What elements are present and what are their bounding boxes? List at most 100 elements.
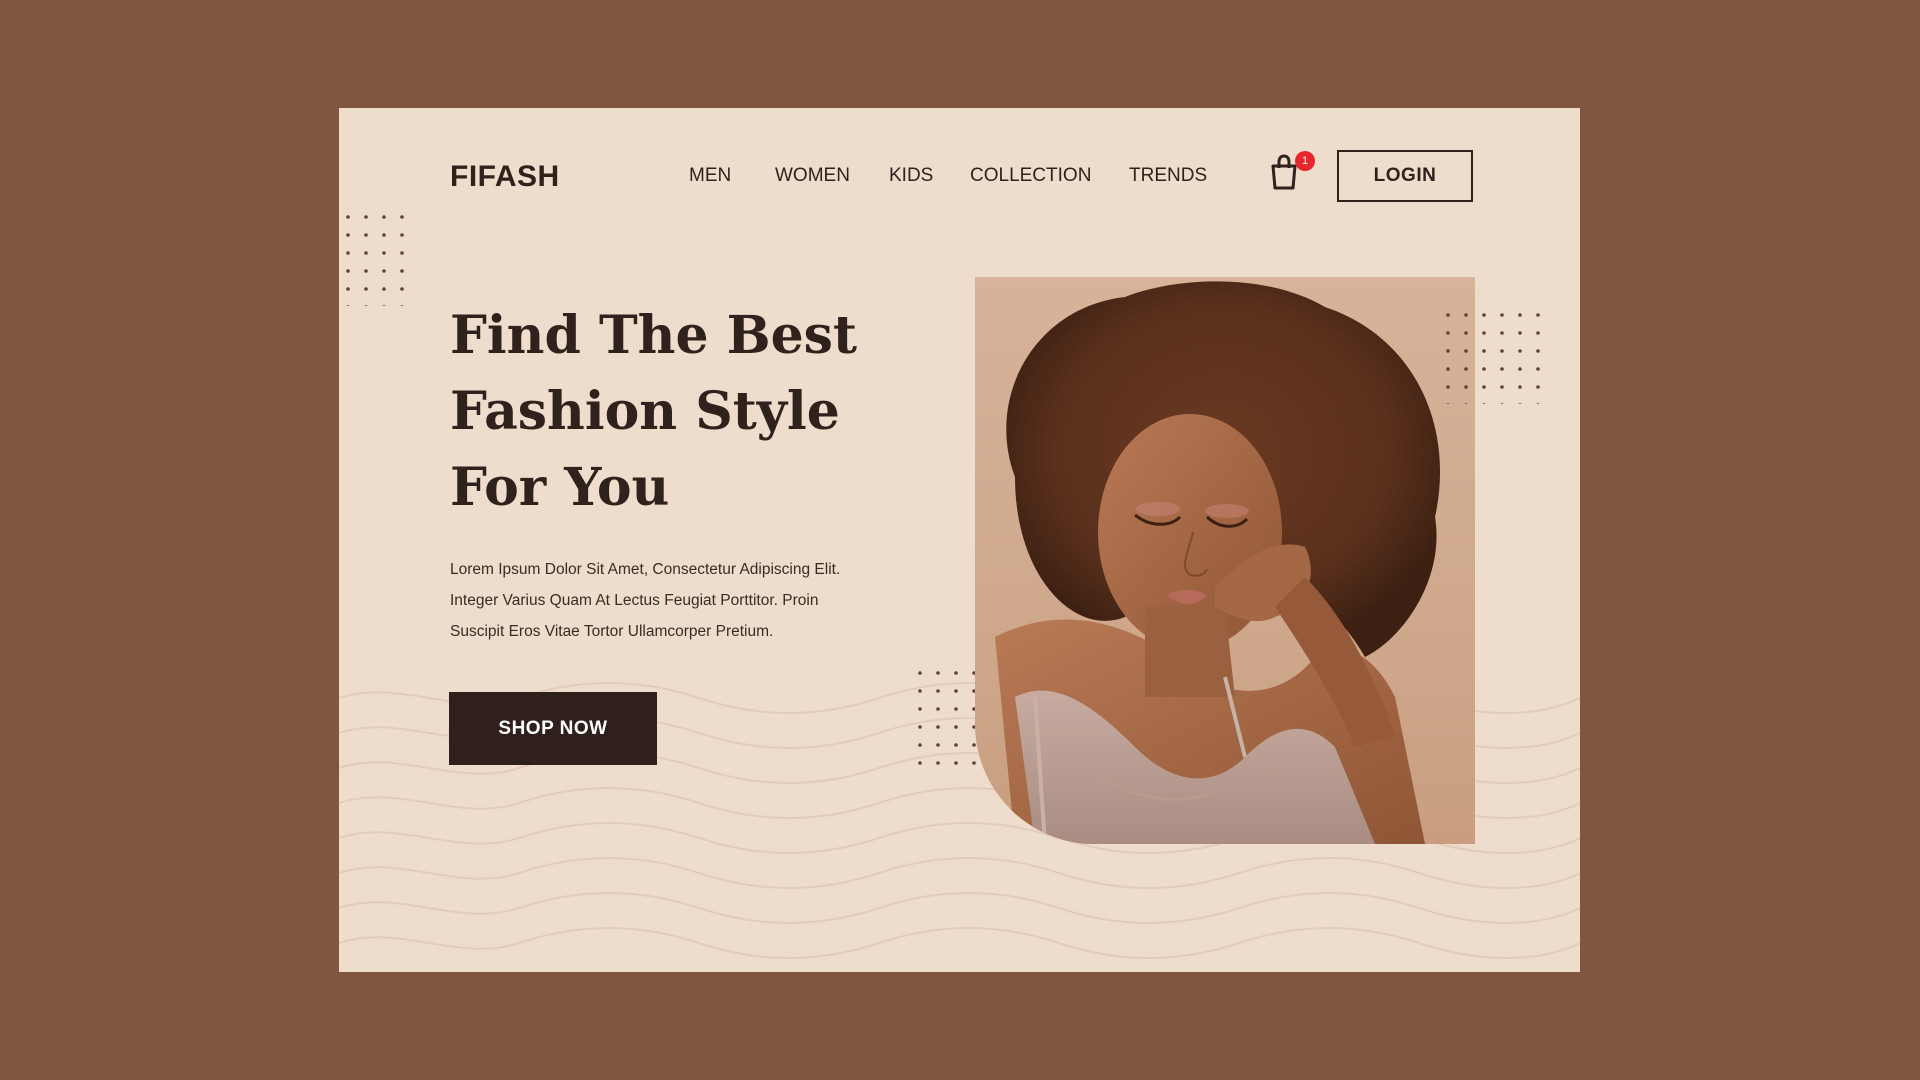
description-line: Lorem Ipsum Dolor Sit Amet, Consectetur … bbox=[450, 561, 841, 578]
dot bbox=[364, 305, 368, 306]
dot bbox=[1518, 385, 1522, 389]
dot bbox=[400, 233, 404, 237]
dot bbox=[364, 287, 368, 291]
landing-page-card: FIFASH MEN WOMEN KIDS COLLECTION TRENDS … bbox=[339, 108, 1580, 972]
dot bbox=[1518, 349, 1522, 353]
nav-item-women[interactable]: WOMEN bbox=[775, 160, 850, 192]
hero-description: Lorem Ipsum Dolor Sit Amet, Consectetur … bbox=[450, 554, 910, 647]
dot bbox=[1464, 385, 1468, 389]
dot bbox=[1482, 367, 1486, 371]
dot bbox=[1536, 367, 1540, 371]
dot bbox=[1518, 313, 1522, 317]
dot bbox=[1446, 403, 1450, 404]
headline-line: For You bbox=[450, 457, 670, 518]
dot bbox=[1446, 331, 1450, 335]
dot bbox=[400, 305, 404, 306]
nav-item-collection[interactable]: COLLECTION bbox=[970, 160, 1091, 192]
dot bbox=[1446, 313, 1450, 317]
cart-count-badge: 1 bbox=[1295, 151, 1315, 171]
dot bbox=[1482, 403, 1486, 404]
dot bbox=[346, 251, 350, 255]
dot bbox=[346, 287, 350, 291]
hero-headline: Find The Best Fashion Style For You bbox=[450, 298, 910, 526]
headline-line: Fashion Style bbox=[450, 381, 840, 442]
dot bbox=[954, 725, 958, 729]
dot bbox=[936, 671, 940, 675]
dot bbox=[382, 251, 386, 255]
dot bbox=[1500, 367, 1504, 371]
dot bbox=[954, 761, 958, 765]
dot bbox=[918, 707, 922, 711]
dot bbox=[1464, 331, 1468, 335]
dot bbox=[400, 287, 404, 291]
dot bbox=[1536, 385, 1540, 389]
dot bbox=[400, 215, 404, 219]
dot bbox=[364, 269, 368, 273]
dot bbox=[1536, 313, 1540, 317]
dot bbox=[1482, 349, 1486, 353]
dot bbox=[936, 689, 940, 693]
dot bbox=[918, 743, 922, 747]
nav-item-trends[interactable]: TRENDS bbox=[1129, 160, 1207, 192]
dot bbox=[346, 233, 350, 237]
nav-item-men[interactable]: MEN bbox=[689, 160, 731, 192]
dot bbox=[936, 725, 940, 729]
dot bbox=[382, 269, 386, 273]
headline-line: Find The Best bbox=[450, 305, 857, 366]
dot bbox=[918, 689, 922, 693]
dot bbox=[346, 305, 350, 306]
dot bbox=[346, 215, 350, 219]
dot bbox=[972, 761, 976, 765]
dot bbox=[1518, 403, 1522, 404]
dot bbox=[972, 743, 976, 747]
dot bbox=[382, 287, 386, 291]
brand-logo[interactable]: FIFASH bbox=[450, 160, 560, 194]
hero-model-image bbox=[975, 277, 1475, 844]
dot bbox=[936, 743, 940, 747]
dot bbox=[1446, 367, 1450, 371]
dot bbox=[1500, 313, 1504, 317]
dot bbox=[918, 671, 922, 675]
dot bbox=[918, 761, 922, 765]
dot bbox=[1500, 385, 1504, 389]
dot bbox=[1500, 349, 1504, 353]
dot bbox=[346, 269, 350, 273]
dot bbox=[1464, 367, 1468, 371]
dot bbox=[400, 251, 404, 255]
dot bbox=[1482, 385, 1486, 389]
nav-item-kids[interactable]: KIDS bbox=[889, 160, 933, 192]
dot bbox=[400, 269, 404, 273]
dot bbox=[954, 707, 958, 711]
shop-now-button[interactable]: SHOP NOW bbox=[449, 692, 657, 765]
dot bbox=[1536, 349, 1540, 353]
dot bbox=[954, 689, 958, 693]
login-button[interactable]: LOGIN bbox=[1337, 150, 1473, 202]
dot bbox=[1500, 403, 1504, 404]
dot bbox=[382, 305, 386, 306]
dot-grid-decoration bbox=[346, 215, 404, 306]
dot bbox=[954, 743, 958, 747]
dot bbox=[364, 233, 368, 237]
dot bbox=[1518, 331, 1522, 335]
dot bbox=[382, 233, 386, 237]
dot bbox=[1482, 313, 1486, 317]
dot bbox=[954, 671, 958, 675]
dot bbox=[1536, 403, 1540, 404]
dot bbox=[1482, 331, 1486, 335]
description-line: Suscipit Eros Vitae Tortor Ullamcorper P… bbox=[450, 623, 774, 640]
dot bbox=[936, 761, 940, 765]
dot bbox=[364, 251, 368, 255]
dot bbox=[1518, 367, 1522, 371]
description-line: Integer Varius Quam At Lectus Feugiat Po… bbox=[450, 592, 819, 609]
dot bbox=[1464, 403, 1468, 404]
dot bbox=[364, 215, 368, 219]
dot bbox=[1464, 313, 1468, 317]
dot bbox=[1536, 331, 1540, 335]
dot bbox=[936, 707, 940, 711]
dot bbox=[918, 725, 922, 729]
dot bbox=[1500, 331, 1504, 335]
dot bbox=[382, 215, 386, 219]
dot bbox=[1446, 349, 1450, 353]
dot bbox=[1464, 349, 1468, 353]
dot-grid-decoration bbox=[1446, 313, 1540, 404]
